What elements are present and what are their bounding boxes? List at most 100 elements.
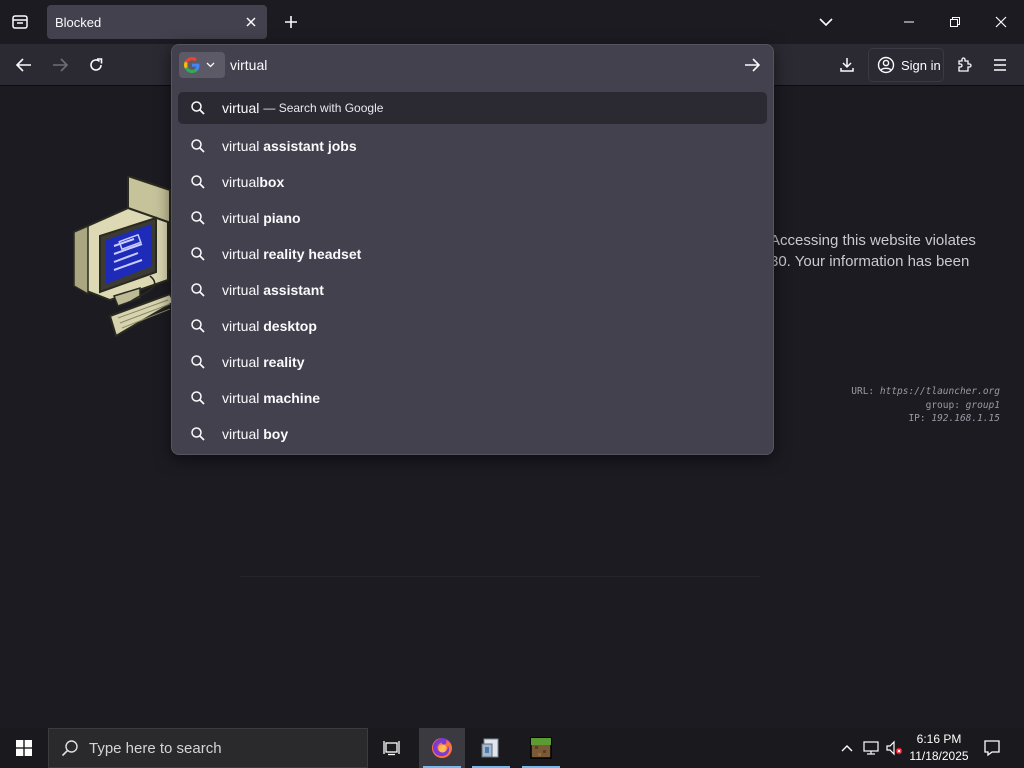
clock-time: 6:16 PM [916, 732, 962, 746]
volume-muted-icon [886, 740, 903, 756]
suggestion-item[interactable]: virtual machine [178, 380, 767, 416]
volume-tray-icon[interactable] [884, 728, 904, 768]
suggestion-text: virtual [222, 100, 260, 116]
close-icon [995, 16, 1007, 28]
tab-close-button[interactable] [239, 10, 263, 34]
arrow-right-icon [53, 58, 68, 72]
extensions-button[interactable] [948, 49, 980, 81]
task-view-button[interactable] [369, 728, 415, 768]
notification-icon [984, 740, 1000, 757]
suggestion-item[interactable]: virtual box [178, 164, 767, 200]
network-icon [863, 741, 879, 755]
tab-title: Blocked [55, 14, 102, 30]
new-tab-button[interactable] [277, 8, 305, 36]
suggestion-item[interactable]: virtual reality [178, 344, 767, 380]
suggestion-item[interactable]: virtual assistant jobs [178, 128, 767, 164]
suggestion-prefix: virtual [222, 174, 260, 190]
search-icon [190, 318, 206, 334]
system-clock[interactable]: 6:16 PM 11/18/2025 [902, 731, 976, 765]
suggestion-completion: assistant [263, 282, 324, 298]
suggestion-completion: reality headset [263, 246, 362, 262]
suggestion-prefix: virtual [222, 246, 264, 262]
tab-blocked[interactable]: Blocked [47, 5, 267, 39]
sign-in-button[interactable]: Sign in [868, 48, 944, 82]
suggestion-item[interactable]: virtual reality headset [178, 236, 767, 272]
network-tray-icon[interactable] [860, 728, 882, 768]
group-label: group: [925, 399, 960, 411]
back-button[interactable] [8, 49, 40, 81]
block-message-line1: Accessing this website violates [770, 232, 976, 249]
search-icon [190, 100, 206, 116]
restore-button[interactable] [932, 0, 978, 44]
suggestion-prefix: virtual [222, 282, 264, 298]
search-icon [190, 138, 206, 154]
hamburger-menu-icon [994, 59, 1006, 71]
block-message: Accessing this website violates 30. Your… [770, 230, 1020, 272]
windows-logo-icon [16, 740, 32, 756]
suggestion-completion: piano [263, 210, 301, 226]
reload-button[interactable] [80, 49, 112, 81]
ip-value: 192.168.1.15 [931, 413, 1000, 424]
tab-strip: Blocked [0, 0, 1024, 44]
address-input[interactable] [230, 53, 690, 77]
clock-date: 11/18/2025 [909, 749, 969, 763]
suggestion-completion: reality [263, 354, 305, 370]
close-window-button[interactable] [978, 0, 1024, 44]
search-engine-selector[interactable] [179, 52, 225, 78]
arrow-right-icon [745, 58, 760, 72]
taskbar-firefox[interactable] [419, 728, 465, 768]
suggestion-item[interactable]: virtual boy [178, 416, 767, 452]
search-icon [190, 390, 206, 406]
minecraft-grass-block-icon [530, 737, 552, 759]
url-value: https://tlauncher.org [879, 386, 1000, 397]
suggestion-prefix: virtual [222, 390, 264, 406]
google-icon [184, 57, 200, 73]
suggestion-item[interactable]: virtual piano [178, 200, 767, 236]
suggestion-completion: box [259, 174, 285, 190]
go-button[interactable] [737, 51, 767, 79]
account-icon [877, 56, 895, 74]
reload-icon [90, 58, 103, 71]
restore-icon [950, 17, 960, 27]
address-bar-dropdown: virtual — Search with Google virtual ass… [171, 44, 774, 455]
show-hidden-icons-button[interactable] [836, 728, 858, 768]
minimize-icon [904, 21, 914, 23]
block-message-line2: 30. Your information has been [770, 253, 970, 270]
downloads-button[interactable] [831, 49, 863, 81]
start-button[interactable] [0, 728, 48, 768]
suggestion-completion: machine [263, 390, 321, 406]
suggestion-prefix: virtual [222, 354, 264, 370]
suggestion-completion: boy [263, 426, 289, 442]
group-value: group1 [965, 399, 1000, 411]
minimize-button[interactable] [886, 0, 932, 44]
firefox-view-button[interactable] [0, 4, 40, 40]
suggestion-prefix: virtual [222, 318, 264, 334]
suggestion-prefix: virtual [222, 210, 264, 226]
search-icon [190, 246, 206, 262]
suggestion-search-with-google[interactable]: virtual — Search with Google [178, 92, 767, 124]
chevron-down-icon [819, 18, 833, 27]
taskbar-minecraft[interactable] [518, 728, 564, 768]
suggestion-item[interactable]: virtual assistant [178, 272, 767, 308]
forward-button[interactable] [44, 49, 76, 81]
ip-label: IP: [908, 413, 926, 424]
taskbar-app-2[interactable] [468, 728, 514, 768]
arrow-left-icon [16, 58, 31, 72]
search-icon [190, 282, 206, 298]
chevron-down-icon [206, 62, 215, 68]
app-menu-button[interactable] [984, 49, 1016, 81]
sign-in-label: Sign in [901, 57, 941, 73]
firefox-view-icon [12, 15, 28, 29]
taskbar-search-box[interactable]: Type here to search [48, 728, 368, 768]
divider [240, 576, 760, 577]
windows-taskbar: Type here to search 6:16 PM 11/18/2025 [0, 728, 1024, 768]
close-icon [246, 17, 256, 27]
search-icon [190, 426, 206, 442]
search-icon [61, 740, 78, 757]
suggestion-item[interactable]: virtual desktop [178, 308, 767, 344]
list-all-tabs-button[interactable] [803, 0, 849, 44]
search-icon [190, 354, 206, 370]
search-icon [190, 174, 206, 190]
puzzle-icon [958, 57, 972, 72]
notifications-button[interactable] [978, 728, 1006, 768]
